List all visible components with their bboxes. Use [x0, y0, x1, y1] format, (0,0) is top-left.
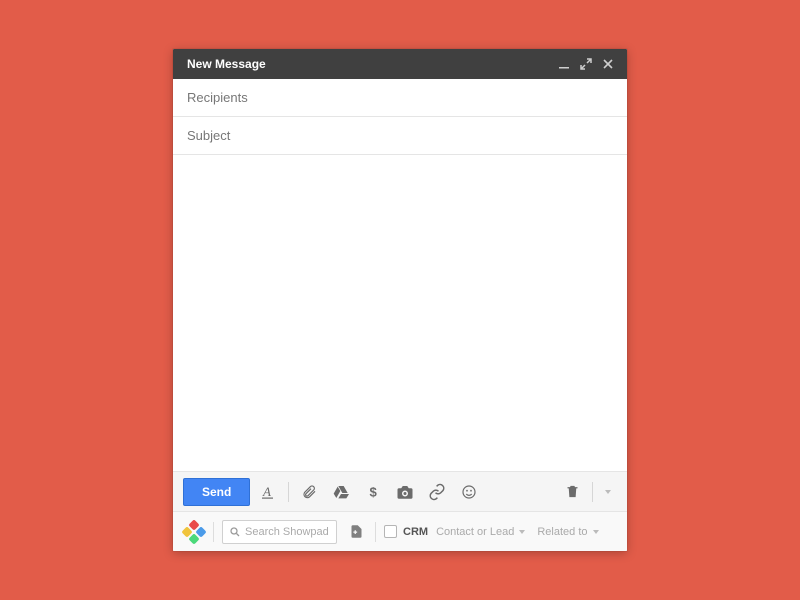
trash-icon[interactable] — [558, 478, 586, 506]
crm-label: CRM — [403, 526, 428, 538]
related-to-dropdown[interactable]: Related to — [537, 526, 602, 538]
recipients-row — [173, 79, 627, 117]
subject-row — [173, 117, 627, 155]
body-area — [173, 155, 627, 471]
close-icon[interactable] — [597, 53, 619, 75]
subject-input[interactable] — [187, 117, 613, 154]
separator — [288, 482, 289, 502]
link-icon[interactable] — [423, 478, 451, 506]
crm-checkbox[interactable] — [384, 525, 397, 538]
expand-icon[interactable] — [575, 53, 597, 75]
showpad-logo-icon[interactable] — [183, 521, 205, 543]
titlebar: New Message — [173, 49, 627, 79]
money-icon[interactable]: $ — [359, 478, 387, 506]
formatting-toolbar: Send A $ — [173, 471, 627, 511]
integration-toolbar: CRM Contact or Lead Related to — [173, 511, 627, 551]
separator — [213, 522, 214, 542]
attachment-icon[interactable] — [295, 478, 323, 506]
send-button[interactable]: Send — [183, 478, 250, 506]
contact-or-lead-dropdown[interactable]: Contact or Lead — [436, 526, 529, 538]
message-body-input[interactable] — [173, 155, 627, 471]
search-showpad-input[interactable] — [245, 526, 330, 538]
svg-text:A: A — [262, 484, 271, 499]
chevron-down-icon — [593, 530, 599, 534]
crm-toggle[interactable]: CRM — [384, 525, 428, 538]
compose-window: New Message Send A — [173, 49, 627, 551]
more-options-button[interactable] — [599, 490, 617, 494]
drive-icon[interactable] — [327, 478, 355, 506]
separator — [592, 482, 593, 502]
window-title: New Message — [187, 57, 553, 71]
chevron-down-icon — [519, 530, 525, 534]
recipients-input[interactable] — [187, 79, 613, 116]
svg-text:$: $ — [370, 485, 378, 499]
minimize-button[interactable] — [553, 53, 575, 75]
emoji-icon[interactable] — [455, 478, 483, 506]
search-icon — [229, 526, 241, 538]
separator — [375, 522, 376, 542]
photo-icon[interactable] — [391, 478, 419, 506]
add-file-icon[interactable] — [345, 521, 367, 543]
formatting-icon[interactable]: A — [254, 478, 282, 506]
search-showpad-wrap — [222, 520, 337, 544]
